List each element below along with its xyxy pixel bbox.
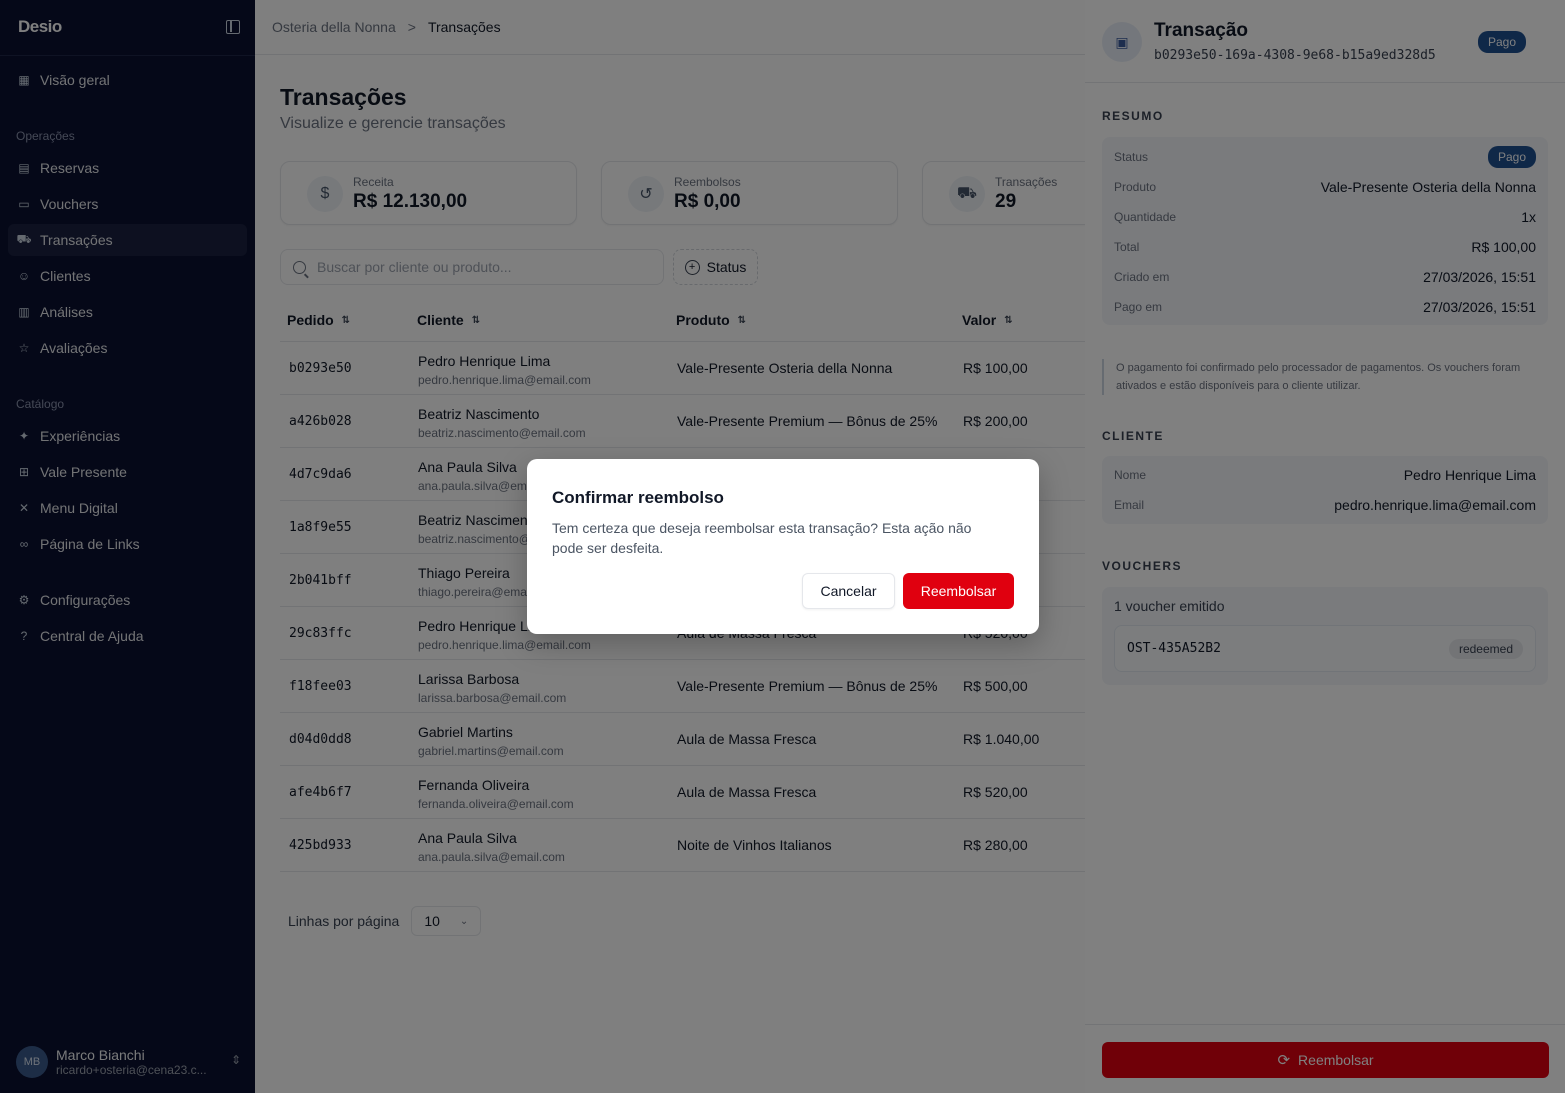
summary-row-quantidade: Quantidade 1x — [1114, 207, 1536, 227]
panel-title: Transação — [1154, 20, 1248, 41]
transaction-detail-panel: ▣ Transação b0293e50-169a-4308-9e68-b15a… — [1085, 0, 1565, 1093]
client-value: Pedro Henrique Lima — [1403, 467, 1536, 483]
summary-key: Status — [1114, 150, 1149, 164]
summary-row-total: Total R$ 100,00 — [1114, 237, 1536, 257]
confirm-refund-dialog: Confirmar reembolso Tem certeza que dese… — [527, 459, 1039, 634]
refund-button-label: Reembolsar — [1298, 1052, 1374, 1068]
summary-value: Vale-Presente Osteria della Nonna — [1320, 179, 1536, 195]
summary-row-criado: Criado em 27/03/2026, 15:51 — [1114, 267, 1536, 287]
summary-row-status: Status Pago — [1114, 146, 1536, 168]
summary-key: Produto — [1114, 180, 1157, 194]
client-value: pedro.henrique.lima@email.com — [1334, 497, 1536, 513]
voucher-code: OST-435A52B2 — [1127, 641, 1221, 656]
refresh-icon: ⟳ — [1277, 1052, 1291, 1069]
summary-card: Status Pago Produto Vale-Presente Osteri… — [1102, 137, 1548, 325]
section-cliente: CLIENTE — [1102, 429, 1164, 443]
transaction-id: b0293e50-169a-4308-9e68-b15a9ed328d5 — [1154, 48, 1436, 63]
section-vouchers: VOUCHERS — [1102, 559, 1183, 573]
section-resumo: RESUMO — [1102, 109, 1164, 123]
summary-value: 1x — [1521, 209, 1536, 225]
panel-header: ▣ Transação b0293e50-169a-4308-9e68-b15a… — [1085, 0, 1565, 83]
status-badge: Pago — [1487, 146, 1536, 168]
status-badge: Pago — [1478, 31, 1527, 53]
summary-key: Criado em — [1114, 270, 1170, 284]
voucher-item[interactable]: OST-435A52B2 redeemed — [1114, 625, 1536, 672]
summary-row-produto: Produto Vale-Presente Osteria della Nonn… — [1114, 177, 1536, 197]
summary-value: R$ 100,00 — [1471, 239, 1536, 255]
client-card: Nome Pedro Henrique Lima Email pedro.hen… — [1102, 456, 1548, 524]
vouchers-card: 1 voucher emitido OST-435A52B2 redeemed — [1102, 587, 1548, 685]
summary-value: 27/03/2026, 15:51 — [1423, 269, 1536, 285]
summary-key: Pago em — [1114, 300, 1163, 314]
summary-key: Total — [1114, 240, 1140, 254]
panel-footer: ⟳ Reembolsar — [1085, 1024, 1565, 1093]
summary-row-pago: Pago em 27/03/2026, 15:51 — [1114, 297, 1536, 317]
payment-note: O pagamento foi confirmado pelo processa… — [1102, 359, 1548, 395]
dialog-title: Confirmar reembolso — [552, 488, 724, 507]
summary-value: 27/03/2026, 15:51 — [1423, 299, 1536, 315]
client-row-nome: Nome Pedro Henrique Lima — [1114, 465, 1536, 485]
vouchers-count: 1 voucher emitido — [1114, 598, 1225, 614]
client-key: Nome — [1114, 468, 1147, 482]
voucher-status-badge: redeemed — [1448, 639, 1523, 659]
confirm-refund-button[interactable]: Reembolsar — [903, 573, 1014, 609]
cancel-button[interactable]: Cancelar — [802, 573, 895, 609]
dialog-description: Tem certeza que deseja reembolsar esta t… — [552, 520, 972, 556]
refund-button[interactable]: ⟳ Reembolsar — [1102, 1042, 1549, 1078]
client-key: Email — [1114, 498, 1145, 512]
summary-key: Quantidade — [1114, 210, 1177, 224]
client-row-email: Email pedro.henrique.lima@email.com — [1114, 495, 1536, 515]
shopping-bag-icon: ▣ — [1102, 22, 1142, 62]
